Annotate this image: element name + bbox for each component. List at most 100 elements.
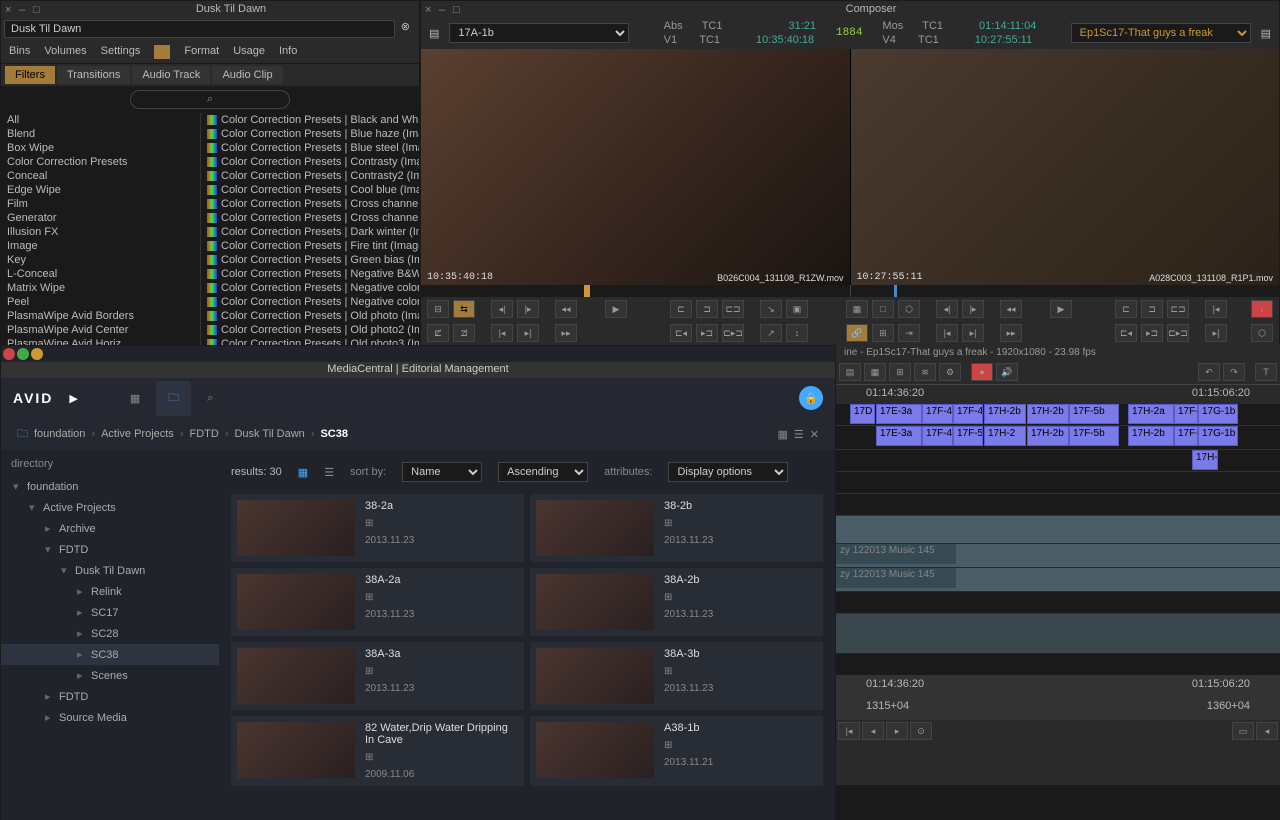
tl-redo-icon[interactable]: ↷ [1223,363,1245,381]
rewind2-btn[interactable]: ◂◂ [1000,300,1022,318]
view-toggle-icon[interactable] [154,45,170,59]
timeline-clip[interactable]: 17F-4 [953,404,983,424]
fx-preset[interactable]: Color Correction Presets | Negative colo… [201,281,419,295]
tl-wave-icon[interactable]: ≋ [914,363,936,381]
goto-out-btn[interactable]: ▸| [1205,324,1227,342]
fx-preset[interactable]: Color Correction Presets | Contrasty (Im… [201,155,419,169]
list-view-icon[interactable]: ☰ [794,428,804,441]
position-bar[interactable] [421,285,1279,297]
close-icon[interactable]: × [425,4,435,14]
timeline-clip[interactable]: 17H-2a [1128,404,1174,424]
gang-btn[interactable]: ⇆ [453,300,475,318]
crumb-4[interactable]: SC38 [320,428,348,440]
grid-view-icon[interactable]: ▦ [130,392,140,405]
timeline-clip[interactable]: 17H-2b [1027,404,1069,424]
timeline-clip[interactable]: 17G-1b [1198,404,1238,424]
maximize-icon[interactable]: □ [453,4,463,14]
source-clip-dropdown[interactable]: 17A-1b [449,23,629,43]
tree-item[interactable]: ▸ SC28 [1,623,219,644]
record-clip-dropdown[interactable]: Ep1Sc17-That guys a freak [1071,23,1251,43]
tab-filters[interactable]: Filters [5,66,55,84]
menu-volumes[interactable]: Volumes [44,45,86,59]
fx-category[interactable]: Film [1,197,200,211]
list-toggle-icon[interactable]: ☰ [324,466,334,479]
sort-dir-dropdown[interactable]: Ascending [498,462,588,482]
overwrite-btn[interactable]: ▣ [786,300,808,318]
link-btn[interactable]: 🔗 [846,324,868,342]
tree-item[interactable]: ▸ FDTD [1,686,219,707]
menu-usage[interactable]: Usage [233,45,265,59]
splice-btn[interactable]: ↘ [760,300,782,318]
mark-clip2-btn[interactable]: ⊏⊐ [1167,300,1189,318]
effects-search[interactable]: ⌕ [130,90,290,109]
clear-icon[interactable]: ⊗ [395,20,416,38]
tl-trim-icon[interactable]: T [1255,363,1277,381]
tab-audio-clip[interactable]: Audio Clip [212,66,282,84]
goto-out2-btn[interactable]: ▸⊐ [696,324,718,342]
timeline-clip[interactable]: 17F-5 [953,426,983,446]
mc-max-icon[interactable] [31,348,43,360]
timeline-clip[interactable]: 17F-5b [1069,426,1119,446]
tab-transitions[interactable]: Transitions [57,66,130,84]
mark-in2-btn[interactable]: ⊏ [1115,300,1137,318]
tl-menu-icon[interactable]: ▤ [839,363,861,381]
tl-next-icon[interactable]: ▸ [886,722,908,740]
timeline-clip[interactable]: 17F-4 [922,426,953,446]
audio-track-4[interactable] [836,614,1280,654]
audio-track-3[interactable]: zy 122013 Music 145 [836,568,1280,592]
audio-track-1[interactable] [836,516,1280,544]
goto-in-btn[interactable]: |◂ [1205,300,1227,318]
tl-opt-icon[interactable]: ⚙ [939,363,961,381]
tl-view-icon[interactable]: ▦ [864,363,886,381]
tree-item[interactable]: ▸ Relink [1,581,219,602]
attributes-dropdown[interactable]: Display options [668,462,788,482]
video-track-2[interactable]: 17E-3a17F-417F-517H-217H-2b17F-5b17H-2b1… [836,426,1280,450]
menu-settings[interactable]: Settings [101,45,141,59]
minimize-icon[interactable]: – [439,4,449,14]
fx-category[interactable]: Peel [1,295,200,309]
record-monitor[interactable]: 10:27:55:11 A028C003_131108_R1P1.mov [851,49,1280,285]
timeline-clip[interactable]: 17E-3a [876,426,922,446]
fx-category[interactable]: L-Conceal [1,267,200,281]
close-panel-icon[interactable]: ✕ [810,428,819,441]
record-btn[interactable]: ↓ [1251,300,1273,318]
goto-in2-btn[interactable]: ⊏◂ [670,324,692,342]
tree-item[interactable]: ▸ SC38 [1,644,219,665]
asset-item[interactable]: A38-1b⊞2013.11.21 [530,716,823,786]
tree-item[interactable]: ▸ Source Media [1,707,219,728]
extract-btn[interactable]: ↕ [786,324,808,342]
fx-category[interactable]: All [1,113,200,127]
sort-field-dropdown[interactable]: Name [402,462,482,482]
tile-toggle-icon[interactable]: ▦ [298,466,308,479]
timeline-ruler[interactable]: 01:14:36:20 01:15:06:20 [836,384,1280,404]
fx-category[interactable]: Image [1,239,200,253]
timeline-clip[interactable]: 17D [850,404,875,424]
menu-info[interactable]: Info [279,45,297,59]
video-track-3[interactable]: 17H- [836,450,1280,472]
crumb-0[interactable]: foundation [34,428,85,440]
tab-audio-track[interactable]: Audio Track [132,66,210,84]
fx-preset[interactable]: Color Correction Presets | Fire tint (Im… [201,239,419,253]
tl-rec-icon[interactable]: ● [971,363,993,381]
asset-item[interactable]: 38A-2a⊞2013.11.23 [231,568,524,636]
fx-category[interactable]: Matrix Wipe [1,281,200,295]
tree-item[interactable]: ▸ Archive [1,518,219,539]
minimize-icon[interactable]: – [19,4,29,14]
user-icon[interactable]: 🔒 [799,386,823,410]
fx-preset[interactable]: Color Correction Presets | Cross channel… [201,211,419,225]
close-icon[interactable]: × [5,4,15,14]
tl-undo-icon[interactable]: ↶ [1198,363,1220,381]
fx-preset[interactable]: Color Correction Presets | Green bias (I… [201,253,419,267]
asset-item[interactable]: 38A-3b⊞2013.11.23 [530,642,823,710]
search-icon[interactable]: ⌕ [207,392,213,405]
fx-preset[interactable]: Color Correction Presets | Blue steel (I… [201,141,419,155]
fx-category[interactable]: PlasmaWipe Avid Center [1,323,200,337]
fx-category[interactable]: Conceal [1,169,200,183]
step-back-btn[interactable]: ◂| [491,300,513,318]
timeline-clip[interactable]: 17F-4 [922,404,953,424]
fx-preset[interactable]: Color Correction Presets | Negative B&W … [201,267,419,281]
safe-btn[interactable]: □ [872,300,894,318]
asset-item[interactable]: 82 Water,Drip Water Dripping In Cave⊞200… [231,716,524,786]
mark-out-btn[interactable]: ⊐ [696,300,718,318]
tree-item[interactable]: ▾ foundation [1,476,219,497]
